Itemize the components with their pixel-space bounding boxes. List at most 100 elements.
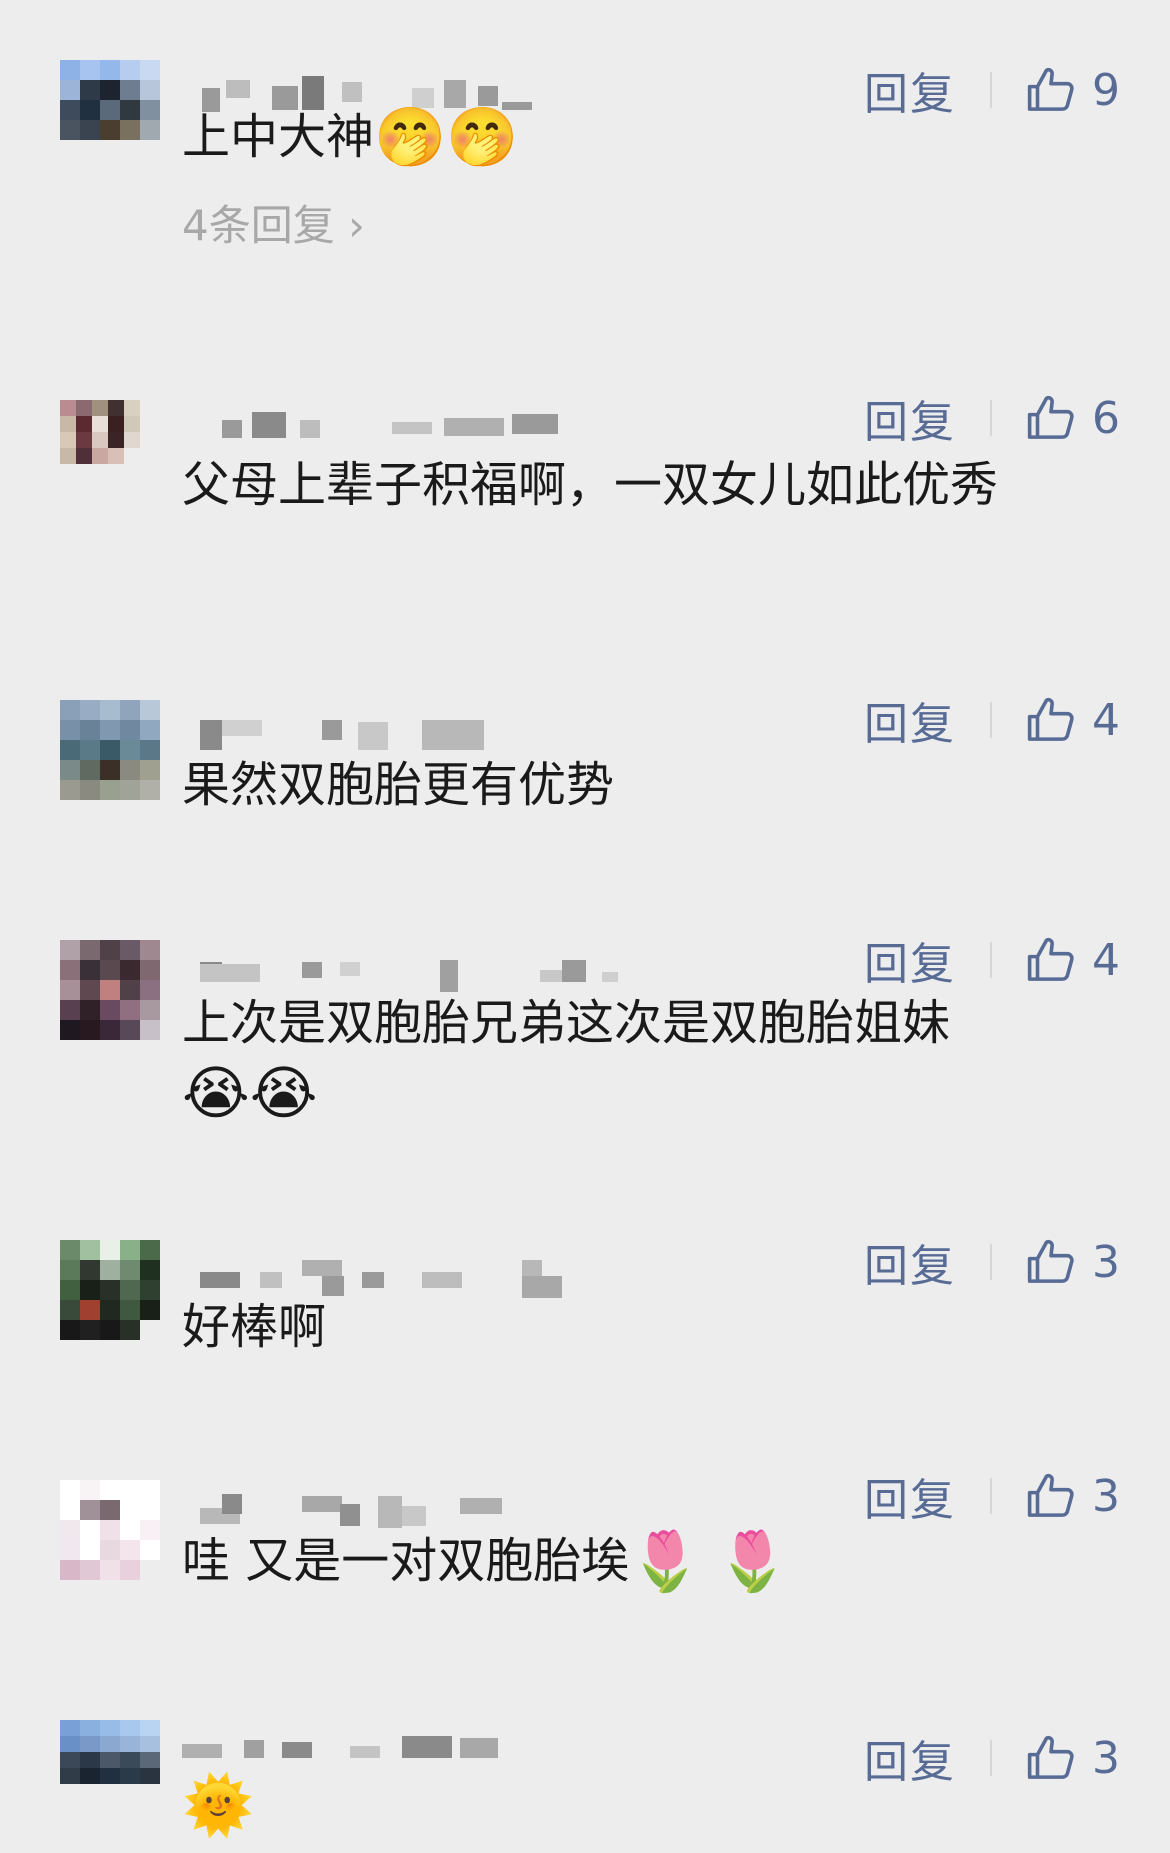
avatar-pixel: [120, 1768, 140, 1784]
avatar-pixel: [80, 1520, 100, 1540]
avatar-pixel: [92, 464, 108, 480]
avatar-pixel: [100, 1320, 120, 1340]
avatar-pixel: [60, 400, 76, 416]
avatar-pixel: [80, 1500, 100, 1520]
like-button[interactable]: 3: [1024, 1469, 1120, 1523]
avatar-pixel: [124, 448, 140, 464]
avatar[interactable]: [60, 1720, 160, 1800]
avatar-pixel: [76, 400, 92, 416]
avatar-pixel: [60, 120, 80, 140]
like-button[interactable]: 6: [1024, 391, 1120, 445]
avatar-pixel: [60, 432, 76, 448]
username-pixelated[interactable]: [182, 942, 618, 992]
reply-button[interactable]: 回复: [864, 1230, 956, 1294]
avatar-pixel: [140, 100, 160, 120]
avatar-pixel: [120, 1784, 140, 1800]
avatar-pixel: [120, 1540, 140, 1560]
avatar-pixel: [140, 1000, 160, 1020]
avatar-pixel: [140, 960, 160, 980]
comment-item: 回复 6 父母上辈子积福啊，一双女儿如此优秀: [0, 378, 1170, 598]
avatar-pixel: [60, 1560, 80, 1580]
avatar-pixel: [100, 940, 120, 960]
avatar-pixel: [120, 1300, 140, 1320]
avatar-pixel: [92, 400, 108, 416]
avatar-pixel: [80, 80, 100, 100]
username-pixelated[interactable]: [182, 710, 612, 750]
reply-button[interactable]: 回复: [864, 928, 956, 992]
avatar-pixel: [76, 432, 92, 448]
avatar-pixel: [120, 700, 140, 720]
thumbs-up-icon: [1027, 697, 1074, 741]
avatar-pixel: [140, 1260, 160, 1280]
divider: [990, 1478, 992, 1514]
avatar-pixel: [100, 1540, 120, 1560]
reply-button[interactable]: 回复: [864, 386, 956, 450]
username-pixelated[interactable]: [182, 1484, 612, 1528]
avatar-pixel: [140, 1784, 160, 1800]
avatar-pixel: [100, 960, 120, 980]
like-button[interactable]: 4: [1024, 693, 1120, 747]
avatar-pixel: [140, 1736, 160, 1752]
avatar-pixel: [60, 740, 80, 760]
tulip-emoji: 🌷: [716, 1527, 789, 1595]
comment-actions: 回复 4: [864, 928, 1120, 992]
sun-emoji: 🌞: [182, 1771, 255, 1839]
like-button[interactable]: 3: [1024, 1235, 1120, 1289]
avatar-pixel: [100, 60, 120, 80]
like-button[interactable]: 4: [1024, 933, 1120, 987]
comment-text: 上次是双胞胎兄弟这次是双胞胎姐妹 😭😭: [182, 988, 1117, 1128]
avatar[interactable]: [60, 400, 140, 480]
avatar-pixel: [60, 448, 76, 464]
like-count: 4: [1092, 934, 1120, 986]
divider: [990, 1244, 992, 1280]
comment-item: 回复 9 上中大神🤭🤭 4条回复 ›: [0, 52, 1170, 262]
avatar-pixel: [108, 448, 124, 464]
avatar-pixel: [80, 780, 100, 800]
avatar-pixel: [60, 940, 80, 960]
avatar-pixel: [120, 100, 140, 120]
avatar-pixel: [60, 1260, 80, 1280]
emoji: 😭: [182, 1059, 250, 1127]
avatar[interactable]: [60, 1480, 160, 1580]
thumbs-up-icon: [1027, 395, 1074, 439]
avatar-pixel: [120, 980, 140, 1000]
comment-text: 父母上辈子积福啊，一双女儿如此优秀: [182, 450, 1117, 520]
avatar-pixel: [124, 432, 140, 448]
reply-button[interactable]: 回复: [864, 688, 956, 752]
avatar[interactable]: [60, 1240, 160, 1340]
username-pixelated[interactable]: [182, 1718, 612, 1758]
avatar-pixel: [120, 60, 140, 80]
avatar-pixel: [80, 1784, 100, 1800]
avatar-pixel: [140, 740, 160, 760]
avatar-pixel: [100, 1300, 120, 1320]
avatar[interactable]: [60, 60, 160, 160]
avatar-pixel: [80, 700, 100, 720]
avatar-pixel: [60, 1020, 80, 1040]
avatar-pixel: [60, 1480, 80, 1500]
comment-body: 果然双胞胎更有优势: [182, 757, 615, 813]
username-pixelated[interactable]: [182, 398, 612, 438]
avatar-pixel: [140, 1720, 160, 1736]
view-replies-link[interactable]: 4条回复 ›: [182, 192, 365, 253]
avatar-pixel: [140, 1540, 160, 1560]
comment-actions: 回复 4: [864, 688, 1120, 752]
avatar-pixel: [120, 1240, 140, 1260]
comment-body: 上次是双胞胎兄弟这次是双胞胎姐妹: [182, 995, 951, 1051]
avatar-pixel: [60, 100, 80, 120]
avatar-pixel: [60, 1520, 80, 1540]
avatar-pixel: [140, 1300, 160, 1320]
avatar-pixel: [140, 140, 160, 160]
comment-text: 哇 又是一对双胞胎埃🌷 🌷: [182, 1526, 1122, 1596]
username-pixelated[interactable]: [182, 1250, 612, 1298]
avatar-pixel: [100, 760, 120, 780]
avatar[interactable]: [60, 940, 160, 1040]
avatar-pixel: [120, 1480, 140, 1500]
avatar[interactable]: [60, 700, 160, 800]
reply-button[interactable]: 回复: [864, 1464, 956, 1528]
avatar-pixel: [76, 448, 92, 464]
avatar-pixel: [120, 1752, 140, 1768]
comment-item: 回复 3 好棒啊: [0, 1230, 1170, 1380]
avatar-pixel: [80, 1300, 100, 1320]
avatar-pixel: [140, 1480, 160, 1500]
avatar-pixel: [108, 416, 124, 432]
